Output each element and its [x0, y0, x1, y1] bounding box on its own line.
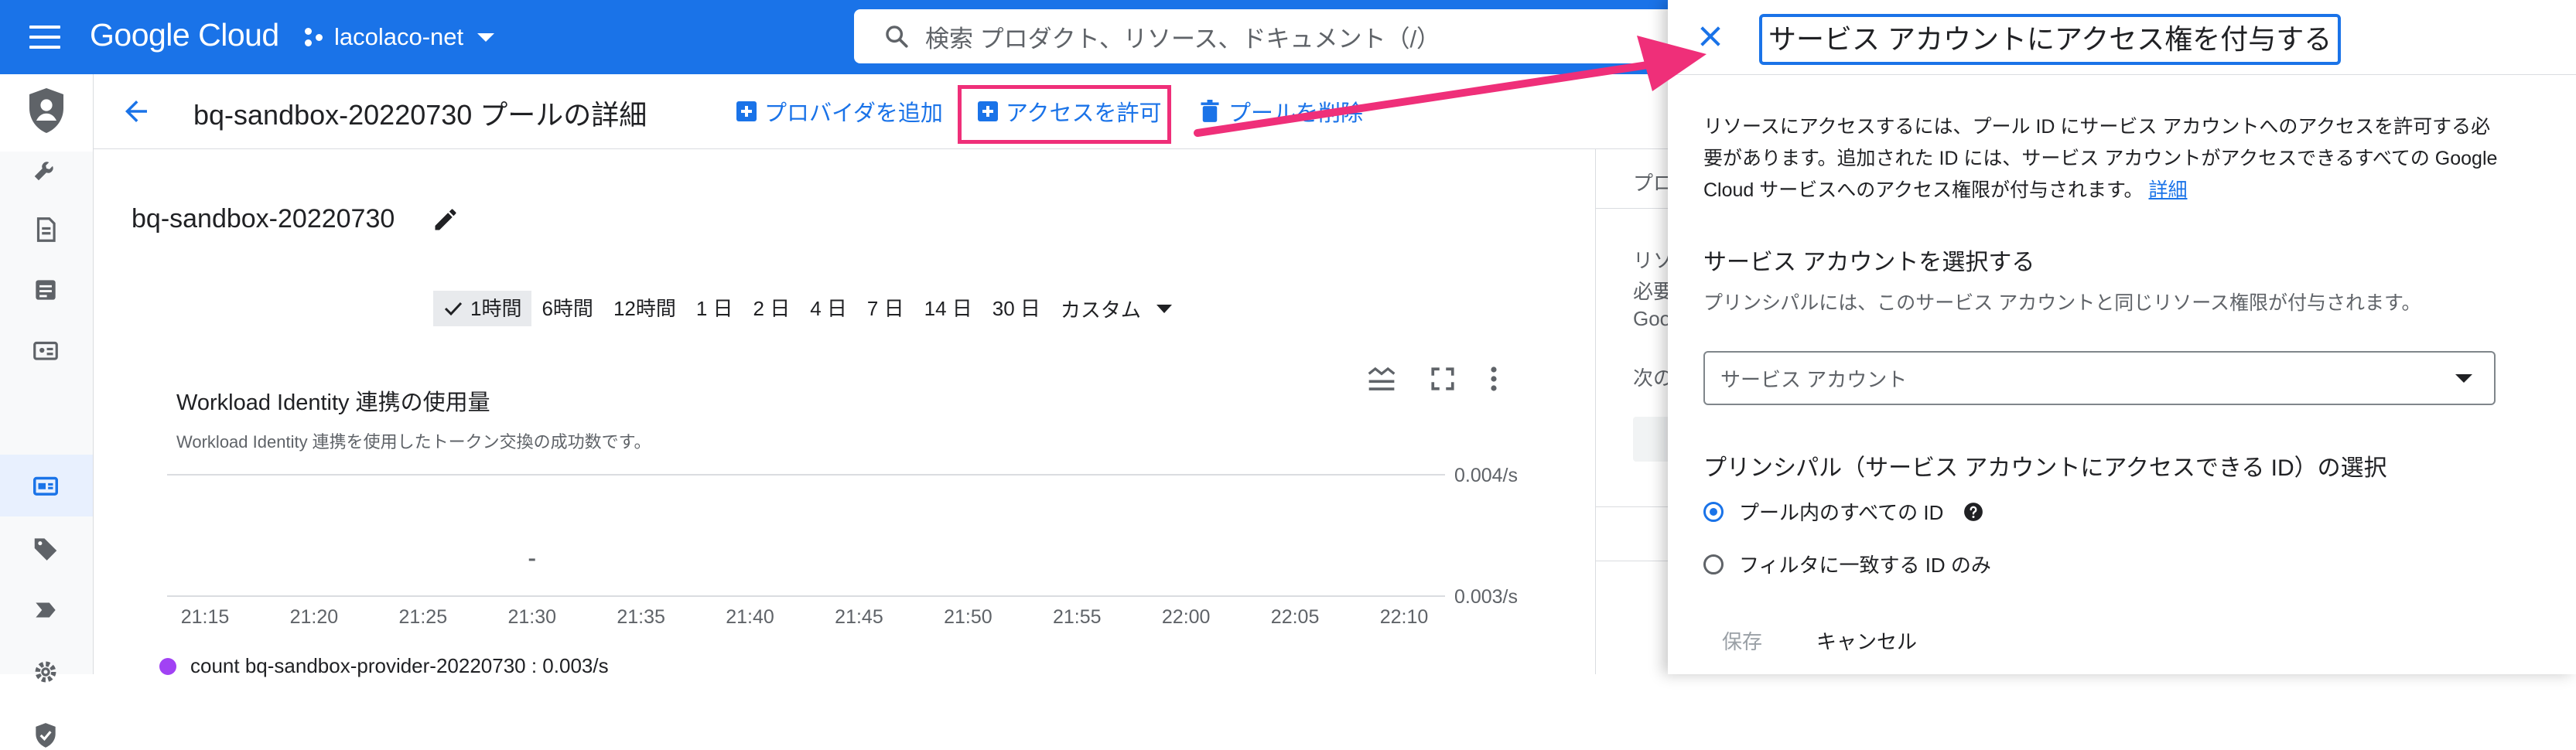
annotation-arrow — [1194, 36, 1707, 137]
shield-check-icon[interactable] — [31, 721, 60, 750]
